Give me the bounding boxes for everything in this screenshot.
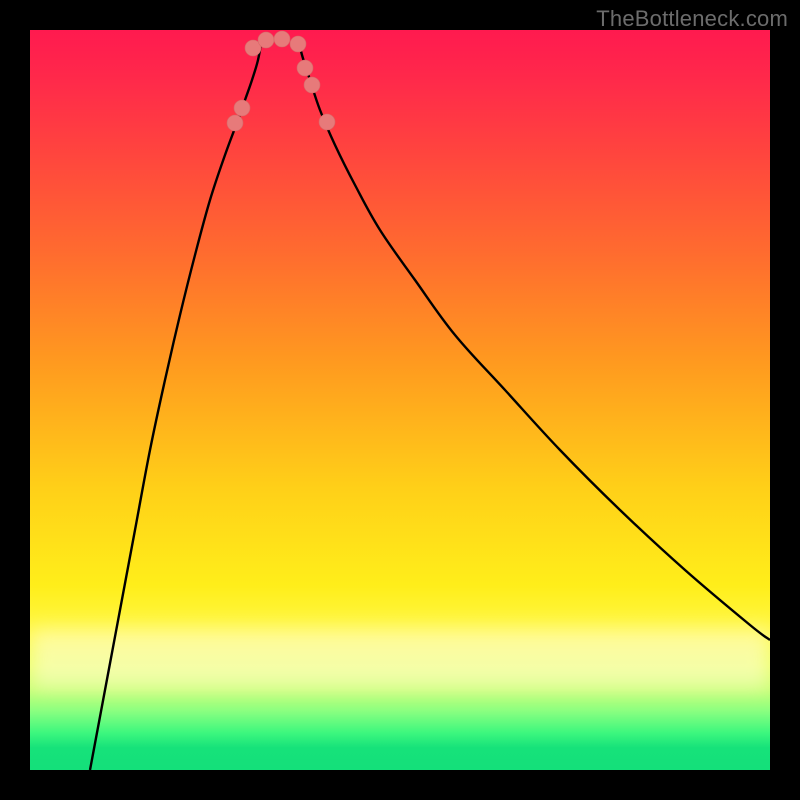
data-point (319, 114, 335, 130)
data-point (234, 100, 250, 116)
data-point (304, 77, 320, 93)
data-point (297, 60, 313, 76)
watermark-text: TheBottleneck.com (596, 6, 788, 32)
chart-svg (30, 30, 770, 770)
chart-frame (30, 30, 770, 770)
data-point (290, 36, 306, 52)
data-point (274, 31, 290, 47)
data-points (227, 31, 335, 131)
left-curve (90, 38, 262, 770)
right-curve (298, 38, 770, 640)
data-point (227, 115, 243, 131)
data-point (258, 32, 274, 48)
